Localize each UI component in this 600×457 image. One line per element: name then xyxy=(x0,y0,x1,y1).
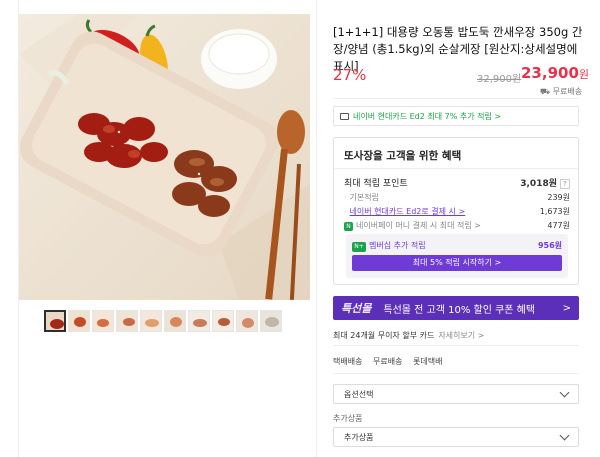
thumbnail-7[interactable] xyxy=(188,310,210,332)
membership-box: N+ 멤버십 추가 적립 956원 최대 5% 적립 시작하기 > xyxy=(346,234,568,278)
chevron-down-icon xyxy=(559,387,570,397)
promo-coupon-banner[interactable]: 특선몰 특선몰 전 고객 10% 할인 쿠폰 혜택 > xyxy=(333,296,579,320)
thumbnail-8[interactable] xyxy=(212,310,234,332)
thumbnail-6[interactable] xyxy=(164,310,186,332)
benefit-row-value: 1,673원 xyxy=(539,207,570,216)
benefit-row-value: 477원 xyxy=(547,221,570,230)
addon-select-value: 추가상품 xyxy=(344,432,374,442)
benefit-row-value: 239원 xyxy=(547,193,570,202)
thumbnail-2[interactable] xyxy=(68,310,90,332)
original-price: 32,900원 xyxy=(477,74,522,85)
shipping-carrier: 롯데택배 xyxy=(413,357,443,366)
max-points-label: 최대 적립 포인트 xyxy=(344,179,408,189)
sale-price: 23,900원 xyxy=(521,64,589,82)
thumbnail-3[interactable] xyxy=(92,310,114,332)
membership-row: N+ 멤버십 추가 적립 956원 xyxy=(352,240,562,252)
promo-text: 특선몰 전 고객 10% 할인 쿠폰 혜택 xyxy=(383,304,536,316)
card-benefit-link[interactable]: 네이버 현대카드 Ed2로 결제 시 > xyxy=(350,207,466,216)
divider xyxy=(333,98,579,99)
credit-card-icon xyxy=(340,112,349,120)
membership-label: 멤버십 추가 적립 xyxy=(369,241,426,250)
shipping-info: 택배배송 무료배송 롯데택배 xyxy=(333,356,450,367)
naverpay-icon: N xyxy=(344,222,353,231)
chevron-down-icon xyxy=(559,430,570,440)
addon-label: 추가상품 xyxy=(333,414,363,423)
shipping-label: 택배배송 xyxy=(333,357,363,366)
thumbnail-1[interactable] xyxy=(44,310,66,332)
installment-info: 최대 24개월 무이자 할부 카드 자세히보기 > xyxy=(333,330,484,341)
promo-logo: 특선몰 xyxy=(341,302,372,315)
divider xyxy=(333,345,579,346)
thumbnail-9[interactable] xyxy=(236,310,258,332)
max-points-row: 최대 적립 포인트 3,018원? xyxy=(344,176,570,189)
bullet-icon: · xyxy=(344,207,347,216)
help-icon[interactable]: ? xyxy=(560,179,570,189)
free-shipping-badge: ⛟ 무료배송 xyxy=(540,86,582,97)
addon-select[interactable]: 추가상품 xyxy=(333,427,579,447)
benefit-row-label: 기본적립 xyxy=(349,193,379,202)
truck-icon: ⛟ xyxy=(540,87,553,96)
column-divider xyxy=(316,0,317,457)
free-shipping-label: 무료배송 xyxy=(552,87,583,96)
max-points-value: 3,018원 xyxy=(520,179,557,189)
membership-start-button[interactable]: 최대 5% 적립 시작하기 > xyxy=(352,255,562,271)
benefit-panel: 또사장을 고객을 위한 혜택 최대 적립 포인트 3,018원? · 기본적립 2… xyxy=(333,137,579,285)
shipping-fee: 무료배송 xyxy=(373,357,403,366)
card-benefit-text: 네이버 현대카드 Ed2 최대 7% 추가 적립 > xyxy=(353,111,502,121)
shrimp-dish-illustration xyxy=(19,14,310,300)
chevron-right-icon: > xyxy=(562,302,571,314)
price-unit: 원 xyxy=(578,68,590,81)
divider xyxy=(333,373,579,374)
benefit-title: 또사장을 고객을 위한 혜택 xyxy=(344,150,462,162)
thumbnail-4[interactable] xyxy=(116,310,138,332)
discount-rate: 27% xyxy=(333,66,367,84)
option-select-value: 옵션선택 xyxy=(344,389,374,399)
thumbnail-strip xyxy=(44,310,282,332)
installment-text: 최대 24개월 무이자 할부 카드 xyxy=(333,331,435,340)
card-benefit-banner[interactable]: 네이버 현대카드 Ed2 최대 7% 추가 적립 > xyxy=(333,106,579,126)
main-product-image[interactable] xyxy=(19,14,310,300)
product-page: [1+1+1] 대용량 오동통 밥도둑 깐새우장 350g 간장/양념 (총1.… xyxy=(0,0,600,457)
membership-value: 956원 xyxy=(537,241,562,250)
benefit-row-card: · 네이버 현대카드 Ed2로 결제 시 > 1,673원 xyxy=(344,206,570,217)
naverpay-benefit-link[interactable]: 네이버페이 머니 결제 시 최대 적립 > xyxy=(356,221,481,230)
bullet-icon: · xyxy=(344,193,347,202)
sale-price-value: 23,900 xyxy=(521,64,579,82)
installment-more-link[interactable]: 자세히보기 > xyxy=(438,331,484,340)
thumbnail-5[interactable] xyxy=(140,310,162,332)
benefit-row-basic: · 기본적립 239원 xyxy=(344,192,570,203)
thumbnail-10[interactable] xyxy=(260,310,282,332)
option-select[interactable]: 옵션선택 xyxy=(333,384,579,404)
membership-badge-icon: N+ xyxy=(352,242,366,252)
benefit-row-naverpay: N 네이버페이 머니 결제 시 최대 적립 > 477원 xyxy=(344,220,570,231)
divider xyxy=(334,168,578,169)
